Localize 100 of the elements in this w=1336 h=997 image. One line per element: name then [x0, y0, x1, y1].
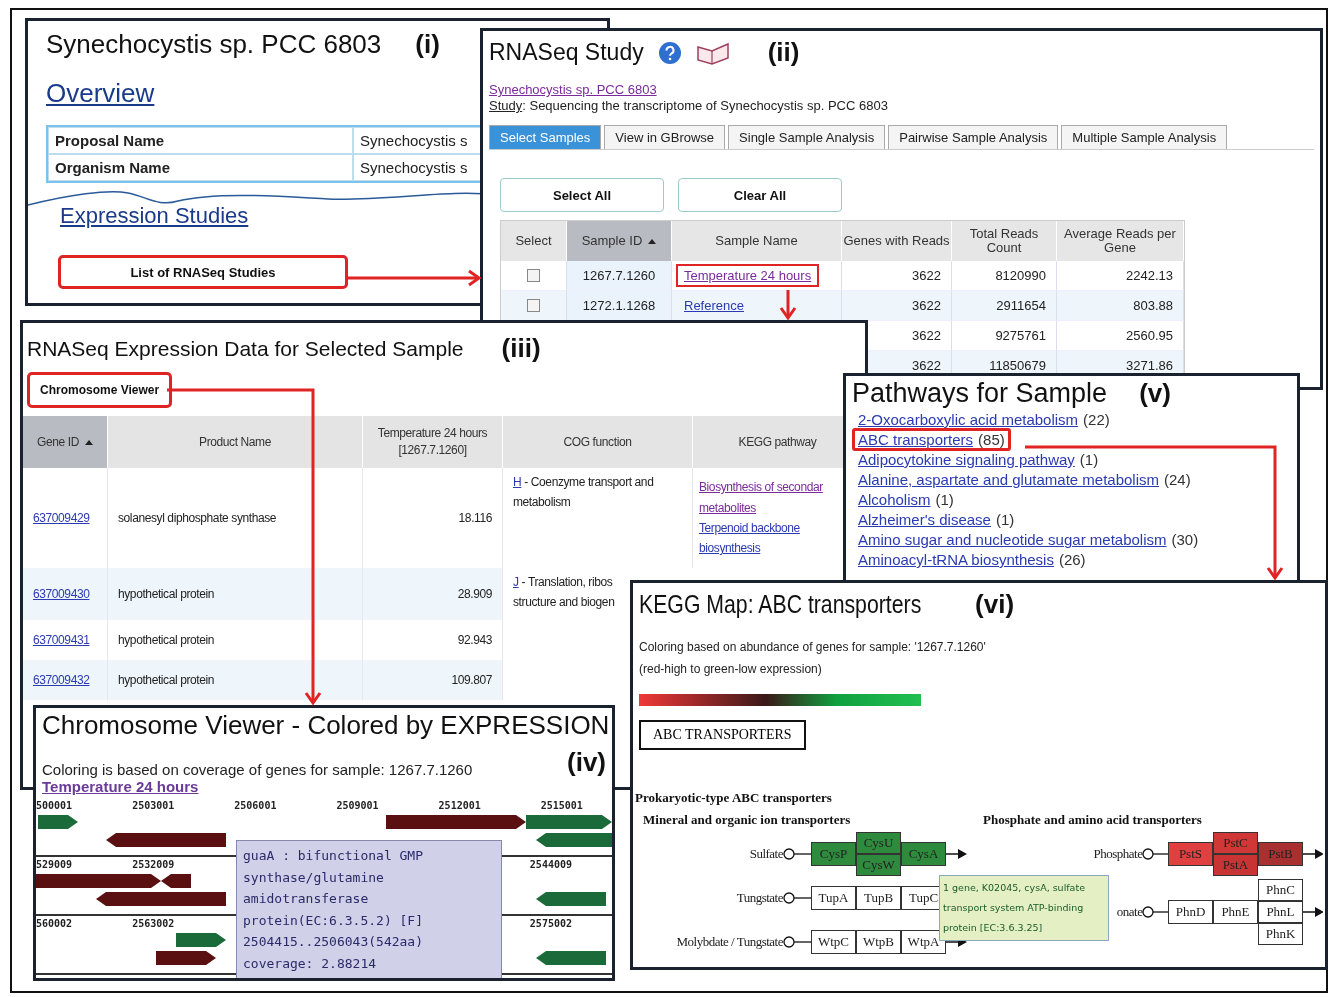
sort-ascending-icon[interactable]	[648, 238, 657, 244]
gene-id-link[interactable]: 637009432	[33, 669, 90, 691]
sample-name-link[interactable]: Temperature 24 hours	[676, 264, 820, 287]
gene-box[interactable]: PhnK	[1257, 923, 1303, 945]
gene-box[interactable]: PhnE	[1212, 900, 1258, 924]
overview-link[interactable]: Overview	[46, 78, 155, 108]
study-title: RNASeq Study	[489, 39, 644, 66]
position-label: 560002	[36, 918, 73, 929]
gene-arrow-icon	[156, 951, 216, 965]
organism-link[interactable]: Synechocystis sp. PCC 6803	[489, 82, 657, 97]
sample-name-link[interactable]: Reference	[676, 294, 752, 317]
row-checkbox[interactable]	[527, 269, 540, 282]
column-header: Total Reads Count	[952, 221, 1057, 261]
pathway-link[interactable]: ABC transporters	[858, 431, 974, 448]
tab[interactable]: Multiple Sample Analysis	[1061, 125, 1228, 149]
gene-box[interactable]: TupB	[856, 886, 901, 910]
gene-box[interactable]: WtpB	[856, 930, 901, 954]
pathway-link[interactable]: 2-Oxocarboxylic acid metabolism	[858, 411, 1079, 428]
gene-box[interactable]: PstS	[1167, 842, 1213, 866]
coloring-description: Coloring is based on coverage of genes for sample: 1267.7.1260	[42, 761, 473, 778]
kegg-pathway-link[interactable]: metabolites	[699, 497, 756, 518]
tooltip-line: synthase/glutamine	[243, 868, 385, 887]
cog-function-text: structure and biogen	[513, 594, 615, 612]
gene-box[interactable]: WtpC	[811, 930, 856, 954]
chromosome-viewer-button[interactable]: Chromosome Viewer	[27, 372, 173, 408]
gene-box[interactable]: PhnC	[1257, 879, 1303, 901]
coloring-description: (red-high to green-low expression)	[639, 661, 823, 678]
gene-arrow-icon	[536, 951, 606, 965]
kegg-title: KEGG Map: ABC transporters	[639, 590, 922, 619]
pathway-link[interactable]: Alanine, aspartate and glutamate metabolism	[858, 471, 1159, 488]
sorted-column-header[interactable]: Sample ID	[567, 221, 672, 261]
kegg-pathway-link[interactable]: Biosynthesis of secondar	[699, 477, 823, 498]
table-cell: 9275761	[952, 321, 1057, 351]
column-header: Sample Name	[672, 221, 842, 261]
input-connector-icon	[1142, 906, 1168, 918]
output-arrow-icon	[1302, 906, 1323, 918]
tooltip-line: 2504415..2506043(542aa)	[243, 933, 424, 951]
clear-all-button[interactable]: Clear All	[678, 178, 842, 212]
position-label: 529009	[36, 859, 73, 870]
help-icon[interactable]	[657, 40, 682, 65]
gene-box[interactable]: CysU	[856, 832, 901, 854]
group-title: Phosphate and amino acid transporters	[983, 812, 1203, 828]
gene-box[interactable]: CysA	[901, 842, 946, 866]
pathway-count: (30)	[1171, 531, 1199, 548]
kegg-pathway-link[interactable]: Terpenoid backbone	[699, 518, 800, 539]
list-rnaseq-studies-button[interactable]: List of RNASeq Studies	[58, 255, 348, 289]
pathway-link[interactable]: Amino sugar and nucleotide sugar metabolism	[858, 531, 1167, 548]
book-icon[interactable]	[695, 40, 730, 65]
info-label: Proposal Name	[48, 127, 353, 154]
info-label: Organism Name	[48, 154, 353, 181]
map-category: Prokaryotic-type ABC transporters	[635, 790, 833, 806]
table-cell: hypothetical protein	[108, 568, 363, 620]
input-connector-icon	[783, 848, 811, 860]
pathway-link[interactable]: Aminoacyl-tRNA biosynthesis	[858, 551, 1054, 568]
column-header: COG function	[503, 416, 693, 468]
table-cell: 109.807	[363, 660, 503, 700]
gene-arrow-icon	[176, 933, 226, 947]
gene-box[interactable]: CysP	[811, 842, 856, 866]
tooltip-line: guaA : bifunctional GMP	[243, 847, 424, 865]
gene-arrow-icon	[38, 815, 78, 829]
expression-title: RNASeq Expression Data for Selected Sample	[27, 336, 464, 361]
gene-box[interactable]: PhnL	[1257, 901, 1303, 923]
expression-studies-link[interactable]: Expression Studies	[60, 203, 249, 228]
panel-label: (iv)	[567, 747, 606, 778]
gene-id-link[interactable]: 637009430	[33, 583, 90, 605]
sorted-column-header[interactable]: Gene ID	[23, 416, 108, 468]
gene-box[interactable]: TupA	[811, 886, 856, 910]
gene-box[interactable]: PhnD	[1167, 900, 1213, 924]
position-label: 2563002	[132, 918, 175, 929]
cog-function-text: H - Coenzyme transport and	[513, 474, 654, 491]
tooltip-line: protein(EC:6.3.5.2) [F]	[243, 911, 424, 930]
column-header: Product Name	[108, 416, 363, 468]
gene-id-link[interactable]: 637009431	[33, 629, 90, 651]
sample-link[interactable]: Temperature 24 hours	[42, 778, 199, 795]
pathway-link[interactable]: Alcoholism	[858, 491, 931, 508]
coloring-description: Coloring based on abundance of genes for sample: '1267.7.1260'	[639, 639, 987, 656]
input-connector-icon	[783, 892, 811, 904]
panel-label: (ii)	[767, 37, 800, 68]
row-checkbox[interactable]	[527, 299, 540, 312]
panel-label: (i)	[415, 29, 440, 60]
tab[interactable]: Pairwise Sample Analysis	[888, 125, 1059, 149]
position-label: 2544009	[529, 859, 572, 870]
select-all-button[interactable]: Select All	[500, 178, 664, 212]
table-cell: hypothetical protein	[108, 660, 363, 700]
panel-label: (v)	[1139, 378, 1171, 409]
tab[interactable]: Single Sample Analysis	[728, 125, 886, 149]
connector-arrow	[779, 290, 797, 321]
position-label: 500001	[36, 800, 73, 811]
gene-box[interactable]: CysW	[856, 854, 901, 876]
header-label: Sample ID	[581, 233, 643, 249]
gene-id-link[interactable]: 637009429	[33, 507, 90, 529]
tab[interactable]: View in GBrowse	[604, 125, 726, 149]
kegg-pathway-link[interactable]: biosynthesis	[699, 538, 761, 559]
sort-ascending-icon[interactable]	[84, 439, 93, 445]
substrate-label: Tungstate	[736, 890, 783, 906]
pathway-link[interactable]: Adipocytokine signaling pathway	[858, 451, 1075, 468]
pathway-link[interactable]: Alzheimer's disease	[858, 511, 991, 528]
column-header: Select	[501, 221, 567, 261]
substrate-label: Molybdate / Tungstate	[676, 934, 783, 950]
pathway-count: (22)	[1083, 411, 1110, 428]
